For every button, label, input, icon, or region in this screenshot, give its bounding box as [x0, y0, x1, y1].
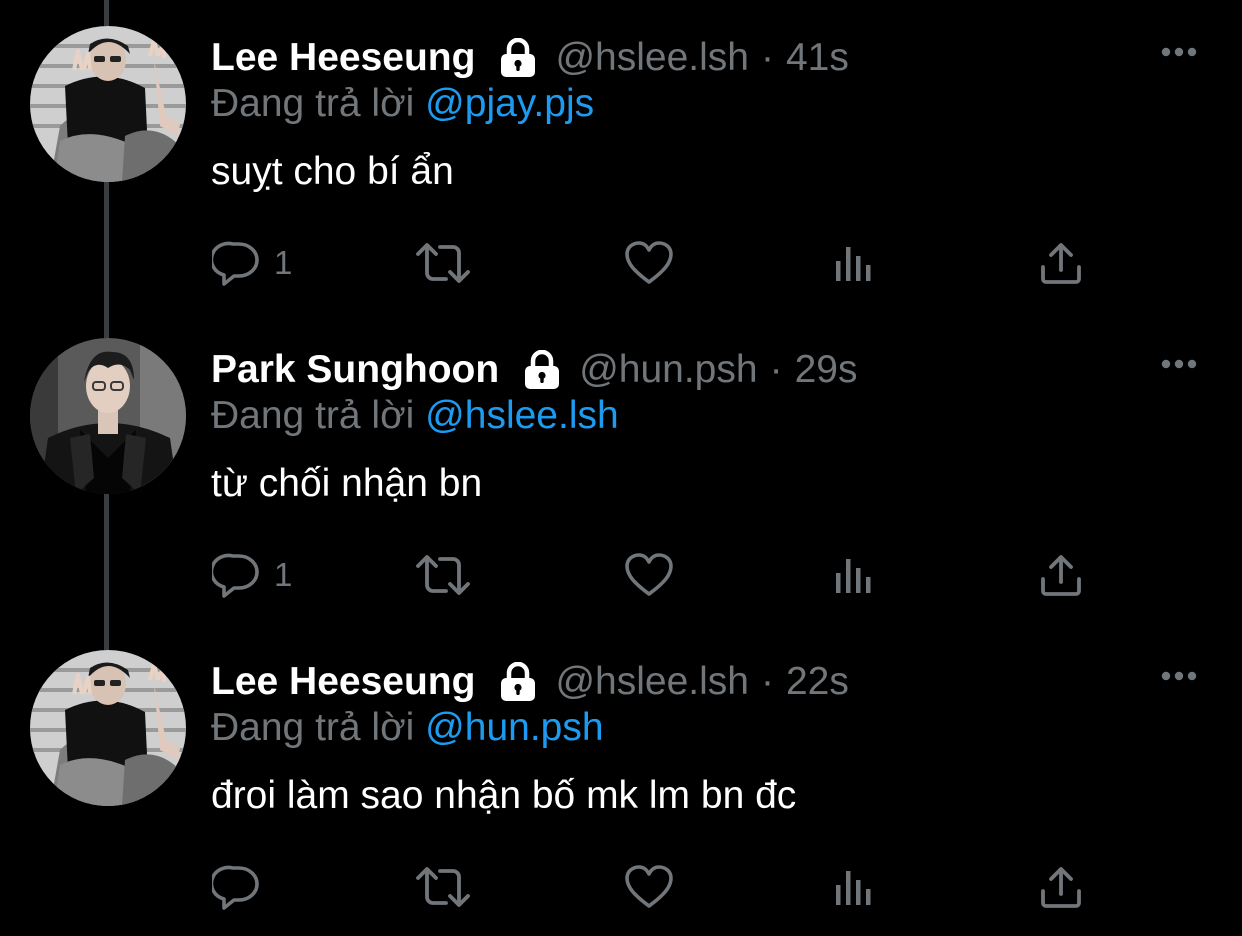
tweet-text: đroi làm sao nhận bố mk lm bn đc [211, 774, 797, 817]
retweet-icon [414, 863, 472, 911]
reply-count: 1 [274, 556, 293, 593]
timestamp[interactable]: 41s [786, 36, 849, 80]
avatar-photo-image [30, 650, 186, 806]
replying-to: Đang trả lời @pjay.pjs [211, 82, 594, 126]
more-icon[interactable] [1160, 666, 1198, 686]
user-handle[interactable]: @hun.psh [579, 348, 757, 392]
retweet-button[interactable] [414, 548, 472, 602]
share-button[interactable] [1038, 860, 1084, 914]
share-icon [1038, 552, 1084, 598]
tweet-actions: 1 [0, 236, 1242, 290]
replying-to-handle[interactable]: @hslee.lsh [425, 394, 619, 437]
timestamp[interactable]: 29s [795, 348, 858, 392]
share-icon [1038, 864, 1084, 910]
replying-to-handle[interactable]: @hun.psh [425, 706, 603, 749]
reply-button[interactable]: 1 [212, 548, 292, 602]
replying-to-label: Đang trả lời [211, 82, 415, 125]
reply-icon [212, 863, 260, 911]
tweet-header: Park Sunghoon @hun.psh · 29s [211, 346, 857, 394]
timestamp[interactable]: 22s [786, 660, 849, 704]
tweet-header: Lee Heeseung @hslee.lsh · 22s [211, 658, 849, 706]
user-handle[interactable]: @hslee.lsh [555, 36, 749, 80]
more-icon[interactable] [1160, 354, 1198, 374]
retweet-icon [414, 239, 472, 287]
views-icon [832, 553, 876, 597]
replying-to: Đang trả lời @hslee.lsh [211, 394, 619, 438]
display-name[interactable]: Park Sunghoon [211, 348, 499, 392]
views-icon [832, 241, 876, 285]
heart-icon [624, 864, 674, 910]
views-icon [832, 865, 876, 909]
avatar-photo-image [30, 26, 186, 182]
replying-to-handle[interactable]: @pjay.pjs [425, 82, 594, 125]
share-button[interactable] [1038, 236, 1084, 290]
user-handle[interactable]: @hslee.lsh [555, 660, 749, 704]
tweet-actions [0, 860, 1242, 914]
tweet[interactable]: Lee Heeseung @hslee.lsh · 22s Đang trả l… [0, 624, 1242, 936]
replying-to: Đang trả lời @hun.psh [211, 706, 604, 750]
avatar[interactable] [30, 650, 186, 806]
heart-icon [624, 552, 674, 598]
retweet-button[interactable] [414, 860, 472, 914]
heart-icon [624, 240, 674, 286]
lock-icon [497, 662, 539, 702]
replying-to-label: Đang trả lời [211, 706, 415, 749]
separator-dot: · [760, 36, 774, 79]
like-button[interactable] [624, 860, 674, 914]
like-button[interactable] [624, 236, 674, 290]
avatar[interactable] [30, 338, 186, 494]
retweet-button[interactable] [414, 236, 472, 290]
avatar[interactable] [30, 26, 186, 182]
tweet-text: suỵt cho bí ẩn [211, 150, 454, 193]
reply-icon [212, 239, 260, 287]
lock-icon [521, 350, 563, 390]
retweet-icon [414, 551, 472, 599]
share-icon [1038, 240, 1084, 286]
views-button[interactable] [832, 236, 876, 290]
display-name[interactable]: Lee Heeseung [211, 36, 475, 80]
reply-button[interactable]: 1 [212, 236, 292, 290]
reply-icon [212, 551, 260, 599]
tweet-header: Lee Heeseung @hslee.lsh · 41s [211, 34, 849, 82]
share-button[interactable] [1038, 548, 1084, 602]
views-button[interactable] [832, 860, 876, 914]
replying-to-label: Đang trả lời [211, 394, 415, 437]
more-icon[interactable] [1160, 42, 1198, 62]
tweet[interactable]: Park Sunghoon @hun.psh · 29s Đang trả lờ… [0, 312, 1242, 624]
tweet-actions: 1 [0, 548, 1242, 602]
reply-button[interactable] [212, 860, 274, 914]
like-button[interactable] [624, 548, 674, 602]
separator-dot: · [760, 660, 774, 703]
separator-dot: · [769, 348, 783, 391]
reply-count: 1 [274, 244, 293, 281]
tweet-text: từ chối nhận bn [211, 462, 483, 505]
avatar-photo-image [30, 338, 186, 494]
lock-icon [497, 38, 539, 78]
views-button[interactable] [832, 548, 876, 602]
display-name[interactable]: Lee Heeseung [211, 660, 475, 704]
tweet[interactable]: Lee Heeseung @hslee.lsh · 41s Đang trả l… [0, 0, 1242, 312]
